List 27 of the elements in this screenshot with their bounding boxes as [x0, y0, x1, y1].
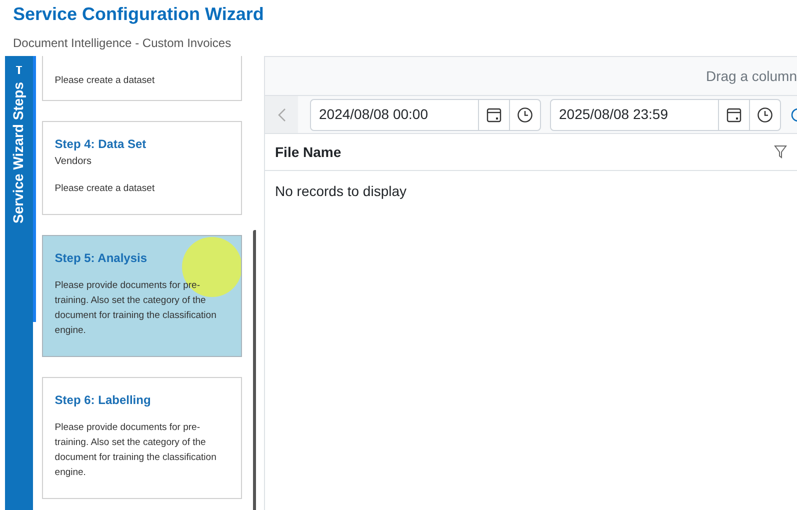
step-card[interactable]: Step 4: Data Set Vendors Please create a dataset [42, 121, 242, 215]
page-title: Service Configuration Wizard [13, 3, 265, 25]
group-hint: Drag a column [706, 66, 797, 86]
date-field[interactable]: 2024/08/08 00:00 [310, 98, 541, 130]
chevron-left-icon [278, 108, 286, 122]
step-title: Step 5: Analysis [54, 250, 148, 266]
sidebar-tab[interactable]: Service Wizard Steps [5, 56, 33, 510]
filter-icon[interactable] [774, 145, 787, 159]
calendar-icon [726, 106, 742, 122]
column-header[interactable]: File Name [275, 142, 342, 162]
clock-icon [757, 106, 773, 122]
step-description: Please create a dataset [54, 182, 156, 196]
scrollbar-thumb[interactable] [252, 230, 256, 510]
step-title: Step 4: Data Set [54, 136, 148, 152]
step-description: Please provide documents for pre-training. Also set the category of the document for training the classification engine. [54, 421, 218, 480]
step-description: Please create a dataset [54, 74, 156, 88]
date-field[interactable]: 2025/08/08 23:59 [550, 98, 781, 130]
pin-icon [16, 66, 22, 74]
step-card[interactable]: Please create a dataset [42, 56, 242, 101]
step-card[interactable]: Step 6: Labelling Please provide documents for pre-training. Also set the category of the document for training the classification engine. [42, 377, 242, 499]
calendar-icon [486, 106, 502, 122]
sidebar-tab-label: Service Wizard Steps [9, 82, 28, 224]
step-title: Step 6: Labelling [54, 392, 152, 408]
empty-message: No records to display [274, 182, 408, 201]
page-subtitle: Document Intelligence - Custom Invoices [13, 35, 232, 51]
clock-icon [517, 106, 533, 122]
step-subtitle: Vendors [54, 155, 92, 169]
